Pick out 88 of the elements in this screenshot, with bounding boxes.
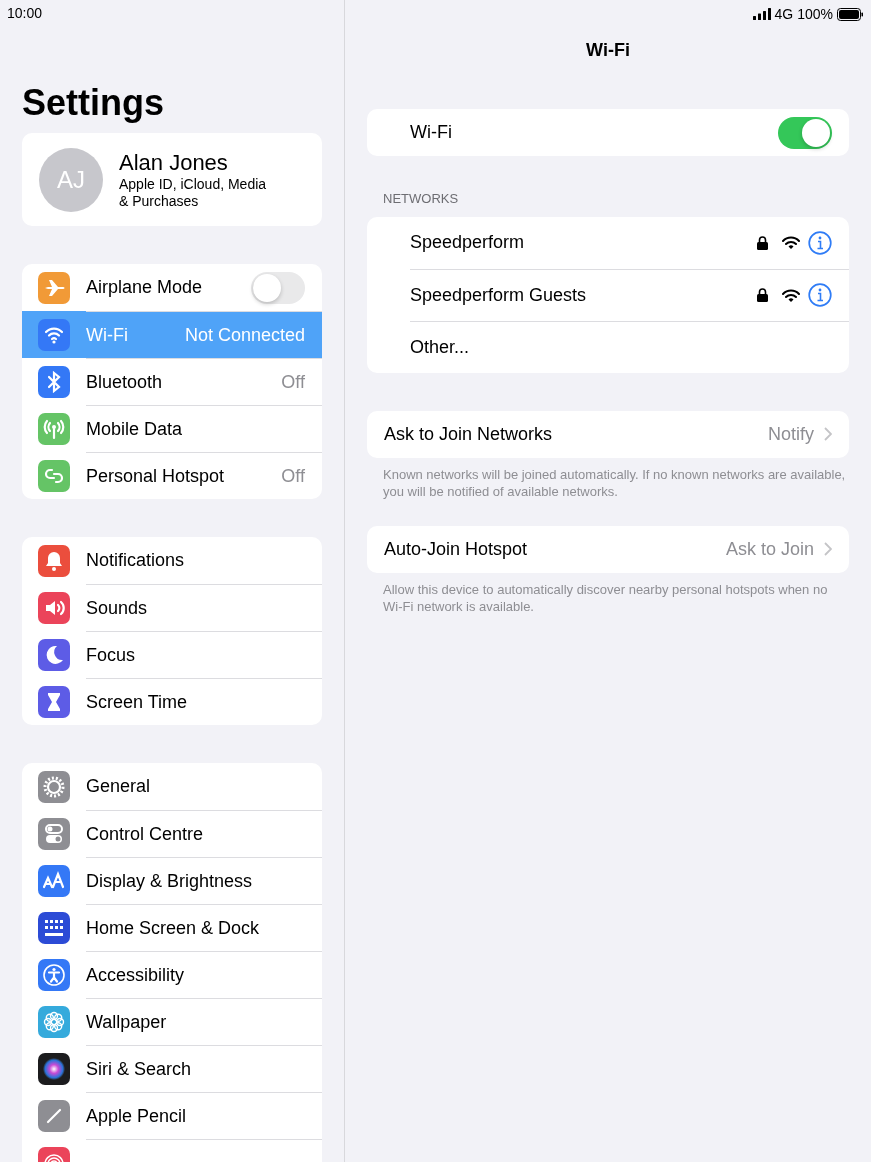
row-label: Wallpaper	[86, 1010, 168, 1034]
settings-row[interactable]: Airplane Mode	[22, 264, 322, 311]
footer-note: Allow this device to automatically discover nearby personal hotspots when no Wi-Fi network is available.	[383, 580, 829, 615]
flower-icon	[38, 1005, 70, 1038]
chevron-icon	[824, 427, 832, 441]
network-row[interactable]: Speedperform	[410, 216, 849, 269]
battery-icon	[837, 7, 864, 21]
orb-icon	[38, 1052, 70, 1085]
info-icon[interactable]	[808, 230, 832, 255]
row-value: Not Connected	[184, 323, 305, 347]
toggle-switch[interactable]	[778, 116, 832, 149]
row-label: Control Centre	[86, 822, 205, 846]
hourglass-icon	[38, 685, 70, 718]
settings-row[interactable]: Siri & Search	[22, 1045, 322, 1092]
row-label: Sounds	[86, 596, 149, 620]
row-label: Accessibility	[86, 963, 186, 987]
settings-row[interactable]: General	[22, 763, 322, 810]
option-row[interactable]: Auto-Join Hotspot Ask to Join	[367, 525, 849, 573]
moon-icon	[38, 638, 70, 671]
toggles-icon	[38, 817, 70, 850]
row-label: Wi-Fi	[86, 323, 129, 347]
avatar: AJ	[39, 147, 103, 212]
row-label: Bluetooth	[86, 370, 164, 394]
profile-card[interactable]: AJ Alan Jones Apple ID, iCloud, Media & Purchases	[22, 133, 322, 226]
gear-icon	[38, 770, 70, 803]
row-value: Off	[281, 464, 305, 488]
network-type: 4G	[774, 4, 794, 24]
other-network: Other...	[410, 335, 471, 359]
network-name: Speedperform Guests	[410, 283, 588, 307]
settings-row[interactable]: Home Screen & Dock	[22, 904, 322, 951]
airplane-icon	[38, 271, 70, 304]
row-label: Personal Hotspot	[86, 464, 226, 488]
row-label: Mobile Data	[86, 417, 184, 441]
page-title: Settings	[22, 81, 165, 125]
settings-row[interactable]: Screen Time	[22, 678, 322, 725]
row-label: Siri & Search	[86, 1057, 193, 1081]
app-grid-icon	[38, 911, 70, 944]
antenna-icon	[38, 412, 70, 445]
network-name: Speedperform	[410, 231, 526, 254]
settings-row[interactable]: Apple Pencil	[22, 1092, 322, 1139]
row-label: General	[86, 775, 152, 798]
section-header: NETWORKS	[383, 190, 460, 208]
bluetooth-icon	[38, 365, 70, 398]
settings-row[interactable]: Sounds	[22, 584, 322, 631]
signal-icon	[752, 8, 771, 20]
status-time: 10:00	[7, 5, 43, 21]
bell-icon	[38, 544, 70, 577]
row-label: Wi-Fi	[410, 121, 453, 144]
profile-subtitle: Apple ID, iCloud, Media & Purchases	[119, 175, 268, 210]
wifi-icon	[38, 318, 70, 351]
settings-row[interactable]: Accessibility	[22, 951, 322, 998]
settings-row[interactable]: Control Centre	[22, 810, 322, 857]
row-label: Screen Time	[86, 690, 189, 714]
accessibility-icon	[38, 958, 70, 991]
row-label: Airplane Mode	[86, 276, 204, 299]
speaker-icon	[38, 591, 70, 624]
row-label: Home Screen & Dock	[86, 916, 261, 940]
network-row[interactable]: Speedperform Guests	[410, 268, 849, 321]
screen-title: Wi-Fi	[585, 39, 631, 62]
settings-row[interactable]: Wallpaper	[22, 998, 322, 1045]
chevron-icon	[824, 542, 832, 556]
info-icon[interactable]	[808, 283, 832, 307]
toggle-switch[interactable]	[251, 271, 305, 304]
row-label: Apple Pencil	[86, 1104, 188, 1128]
row-label: Auto-Join Hotspot	[384, 537, 529, 561]
battery-percent: 100%	[797, 4, 833, 24]
footer-note: Known networks will be joined automatically. If no known networks are available, you will be notified of available networks.	[383, 465, 847, 500]
settings-row[interactable]: Notifications	[22, 537, 322, 584]
text-size-icon	[38, 864, 70, 897]
row-label: Focus	[86, 643, 137, 667]
row-value: Notify	[768, 422, 814, 446]
network-row[interactable]: Other...	[410, 320, 849, 373]
profile-name: Alan Jones	[119, 149, 229, 176]
row-label: Display & Brightness	[86, 869, 254, 893]
settings-row[interactable]: Personal Hotspot Off	[22, 452, 322, 499]
option-row[interactable]: Ask to Join Networks Notify	[367, 410, 849, 458]
row-value: Off	[281, 370, 305, 394]
chain-link-icon	[38, 459, 70, 492]
pencil-icon	[38, 1099, 70, 1132]
settings-row[interactable]: Focus	[22, 631, 322, 678]
settings-row[interactable]: Bluetooth Off	[22, 358, 322, 405]
settings-row[interactable]: Display & Brightness	[22, 857, 322, 904]
settings-row[interactable]: Mobile Data	[22, 405, 322, 452]
wifi-icon	[782, 288, 800, 302]
wifi-icon	[782, 236, 800, 249]
row-label: Notifications	[86, 549, 186, 572]
row-label: Ask to Join Networks	[384, 422, 554, 446]
row-value: Ask to Join	[725, 537, 814, 561]
